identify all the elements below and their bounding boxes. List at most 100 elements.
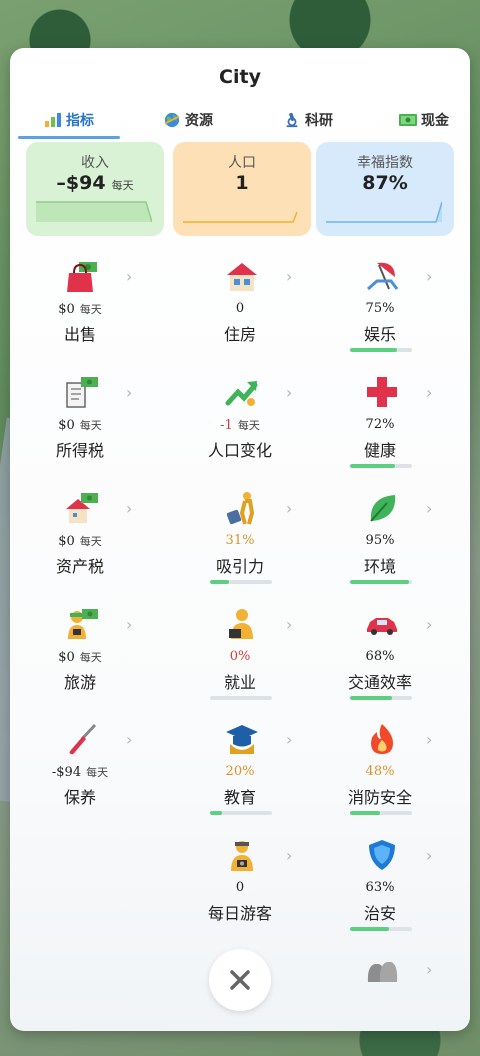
tab-resources[interactable]: 资源 xyxy=(148,104,228,136)
stat-value: 95% xyxy=(365,533,395,548)
house-cash-icon xyxy=(66,493,98,523)
stat-value: -$94 每天 xyxy=(51,765,109,780)
chevron-right-icon: › xyxy=(286,383,293,402)
stat-income-tax[interactable]: › $0 每天 所得税 xyxy=(10,369,150,477)
stat-name: 消防安全 xyxy=(347,788,412,807)
stat-value: -1 每天 xyxy=(220,418,260,433)
shield-icon xyxy=(369,840,395,870)
chevron-right-icon: › xyxy=(286,499,293,518)
stat-property-tax[interactable]: › $0 每天 资产税 xyxy=(10,485,150,593)
stat-sales[interactable]: › $0 每天 出售 xyxy=(10,253,150,361)
stat-health[interactable]: › 72% 健康 xyxy=(310,369,450,477)
microscope-icon xyxy=(286,112,298,128)
income-label: 收入 xyxy=(81,155,109,171)
chevron-right-icon: › xyxy=(426,383,433,402)
beach-umbrella-icon xyxy=(367,262,399,291)
stat-level-bar xyxy=(350,696,412,700)
income-value: –$94 每天 xyxy=(56,172,134,194)
tab-label: 资源 xyxy=(185,113,213,129)
shopping-bag-icon xyxy=(67,262,97,292)
stat-name: 人口变化 xyxy=(207,441,272,460)
stat-name: 就业 xyxy=(223,673,256,692)
stat-name: 每日游客 xyxy=(207,904,272,923)
tab-label: 指标 xyxy=(66,113,94,129)
population-card[interactable]: 人口 1 xyxy=(173,142,311,236)
chevron-right-icon: › xyxy=(126,267,133,286)
chevron-right-icon: › xyxy=(426,960,433,979)
stat-name: 所得税 xyxy=(55,441,104,460)
stat-traffic[interactable]: › 68% 交通效率 xyxy=(310,601,450,709)
bags-icon xyxy=(367,962,398,982)
stat-value: 0% xyxy=(229,649,251,664)
stat-entertainment[interactable]: › 75% 娱乐 xyxy=(310,253,450,361)
stat-level-fill xyxy=(350,927,390,931)
stat-level-bar xyxy=(350,927,412,931)
stat-value: 0 xyxy=(235,880,245,895)
stat-level-bar xyxy=(350,464,412,468)
tab-indicators[interactable]: 指标 xyxy=(18,104,120,139)
red-cross-icon xyxy=(367,377,397,407)
chevron-right-icon: › xyxy=(126,730,133,749)
close-icon xyxy=(230,970,250,990)
house-icon xyxy=(227,263,257,291)
stat-name: 交通效率 xyxy=(347,673,412,692)
stat-employment[interactable]: › 0% 就业 xyxy=(170,601,310,709)
stat-security[interactable]: › 63% 治安 xyxy=(310,832,450,940)
stat-name: 娱乐 xyxy=(363,325,396,344)
stat-level-fill xyxy=(350,811,380,815)
graduation-cap-icon xyxy=(226,725,258,754)
stat-name: 保养 xyxy=(63,788,96,807)
stat-name: 吸引力 xyxy=(215,557,264,576)
tab-research[interactable]: 科研 xyxy=(268,104,348,136)
stat-housing[interactable]: › 0 住房 xyxy=(170,253,310,361)
chevron-right-icon: › xyxy=(286,267,293,286)
tab-cash[interactable]: 现金 xyxy=(384,104,464,136)
stat-daily-visitors[interactable]: › 0 每日游客 xyxy=(170,832,310,940)
chevron-right-icon: › xyxy=(126,383,133,402)
fire-icon xyxy=(371,724,393,754)
globe-icon xyxy=(164,112,180,128)
stat-level-fill xyxy=(350,580,409,584)
city-stats-panel: City 指标 资源 科研 现金 收入 –$94 每天 人口 1 幸福指数 87… xyxy=(10,48,470,1031)
stat-name: 治安 xyxy=(363,904,396,923)
stat-maintenance[interactable]: › -$94 每天 保养 xyxy=(10,716,150,824)
bar-chart-icon xyxy=(45,113,61,127)
tab-bar: 指标 资源 科研 现金 xyxy=(18,104,464,139)
happiness-card[interactable]: 幸福指数 87% xyxy=(316,142,454,236)
leaf-icon xyxy=(370,495,396,522)
stat-level-bar xyxy=(210,811,272,815)
stat-value: $0 每天 xyxy=(58,418,102,433)
stat-name: 教育 xyxy=(223,788,256,807)
happiness-sparkline xyxy=(326,201,442,223)
income-card[interactable]: 收入 –$94 每天 xyxy=(26,142,164,236)
active-tab-indicator xyxy=(18,136,120,139)
stat-level-bar xyxy=(210,580,272,584)
stat-value: 72% xyxy=(365,417,395,432)
chevron-right-icon: › xyxy=(426,846,433,865)
stat-name: 住房 xyxy=(223,325,256,344)
stat-tourism[interactable]: › $0 每天 旅游 xyxy=(10,601,150,709)
document-cash-icon xyxy=(66,377,98,408)
stat-environment[interactable]: › 95% 环境 xyxy=(310,485,450,593)
stat-value: $0 每天 xyxy=(58,302,102,317)
stat-value: 0 xyxy=(235,301,245,316)
chevron-right-icon: › xyxy=(426,730,433,749)
close-button[interactable] xyxy=(209,949,271,1011)
traveler-icon xyxy=(226,492,255,525)
stat-value: 68% xyxy=(365,649,395,664)
chevron-right-icon: › xyxy=(426,267,433,286)
more-item[interactable]: › xyxy=(310,946,450,996)
stat-value: 63% xyxy=(365,880,395,895)
stat-fire-safety[interactable]: › 48% 消防安全 xyxy=(310,716,450,824)
chevron-right-icon: › xyxy=(126,615,133,634)
stat-education[interactable]: › 20% 教育 xyxy=(170,716,310,824)
stat-level-fill xyxy=(350,696,393,700)
population-sparkline xyxy=(183,211,298,223)
panel-title: City xyxy=(219,66,261,88)
tourist-icon xyxy=(231,841,253,871)
stat-population-change[interactable]: › -1 每天 人口变化 xyxy=(170,369,310,477)
stat-attraction[interactable]: › 31% 吸引力 xyxy=(170,485,310,593)
stat-value: $0 每天 xyxy=(58,534,102,549)
stat-level-fill xyxy=(350,348,397,352)
tab-label: 现金 xyxy=(421,113,449,129)
